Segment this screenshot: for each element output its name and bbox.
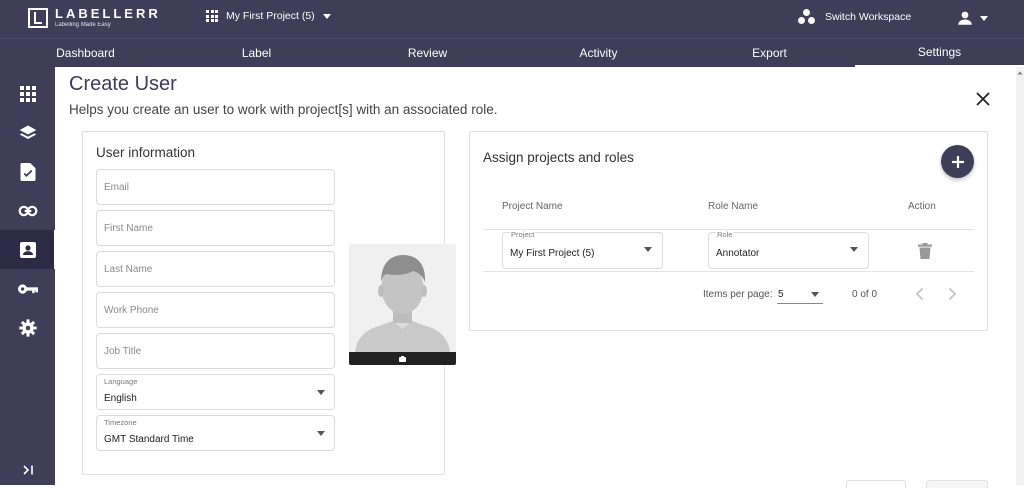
chevron-left-icon	[915, 287, 923, 301]
items-per-page-label: Items per page:	[703, 289, 773, 300]
tab-activity[interactable]: Activity	[513, 39, 684, 68]
avatar-placeholder-icon	[349, 244, 456, 352]
email-field[interactable]	[96, 169, 335, 205]
chevron-down-icon	[317, 431, 325, 436]
switch-workspace-label: Switch Workspace	[825, 11, 912, 23]
link-icon	[18, 205, 37, 216]
chevron-down-icon	[980, 15, 988, 21]
user-information-card: User information Language English Timezo…	[82, 131, 456, 475]
column-header-project-name: Project Name	[502, 201, 563, 212]
document-check-icon	[20, 162, 35, 181]
assign-projects-card: Assign projects and roles Project Name R…	[469, 131, 988, 331]
chevron-down-icon	[850, 247, 858, 252]
job-title-field[interactable]	[96, 333, 335, 369]
page-title: Create User	[69, 73, 177, 95]
brand-tagline: Labelling Made Easy	[55, 22, 111, 28]
chevron-down-icon	[811, 292, 819, 297]
user-information-title: User information	[96, 145, 196, 160]
project-selector[interactable]: My First Project (5)	[206, 10, 331, 22]
role-select[interactable]: Role Annotator	[708, 230, 869, 269]
create-button[interactable]	[926, 480, 988, 488]
main-nav: Dashboard Label Review Activity Export S…	[0, 38, 1024, 68]
tab-export[interactable]: Export	[684, 39, 855, 68]
workspace-icon	[798, 9, 816, 25]
sidebar-item-links[interactable]	[0, 191, 55, 230]
chevron-right-icon	[948, 287, 956, 301]
sidebar-item-settings[interactable]	[0, 308, 55, 347]
add-project-role-button[interactable]	[941, 145, 974, 178]
next-page-button[interactable]	[942, 284, 962, 304]
user-menu-button[interactable]	[956, 9, 988, 27]
key-icon	[17, 283, 38, 294]
scroll-up-icon	[1017, 71, 1023, 75]
brand-logo[interactable]: LABELLERR Labelling Made Easy	[28, 7, 161, 28]
page-subtitle: Helps you create an user to work with pr…	[69, 102, 498, 117]
last-name-field[interactable]	[96, 251, 335, 287]
logo-mark-icon	[28, 7, 48, 28]
first-name-input[interactable]	[97, 211, 334, 245]
work-phone-field[interactable]	[96, 292, 335, 328]
sidebar-item-tasks[interactable]	[0, 152, 55, 191]
page-scrollbar[interactable]	[1016, 67, 1024, 485]
sidebar-item-users[interactable]	[0, 230, 56, 269]
top-bar: LABELLERR Labelling Made Easy My First P…	[0, 0, 1024, 38]
sidebar-item-keys[interactable]	[0, 269, 55, 308]
email-input[interactable]	[97, 170, 334, 204]
tab-label[interactable]: Label	[171, 39, 342, 68]
upload-photo-button[interactable]	[349, 352, 456, 365]
tab-dashboard[interactable]: Dashboard	[0, 39, 171, 68]
sidebar-item-dashboard[interactable]	[0, 74, 55, 113]
trash-icon	[918, 243, 932, 259]
page-range-label: 0 of 0	[852, 289, 878, 300]
user-icon	[958, 11, 972, 25]
sidebar-item-layers[interactable]	[0, 113, 55, 152]
tab-settings[interactable]: Settings	[855, 39, 1024, 68]
page-size-select[interactable]: 5	[777, 284, 823, 304]
language-select[interactable]: Language English	[96, 374, 335, 410]
camera-icon	[399, 355, 406, 362]
column-header-role-name: Role Name	[708, 201, 759, 212]
avatar-upload[interactable]	[349, 244, 456, 365]
project-select-label: Project	[510, 230, 536, 239]
language-label: Language	[104, 377, 138, 386]
table-divider	[483, 271, 974, 272]
close-icon	[976, 92, 990, 106]
timezone-select[interactable]: Timezone GMT Standard Time	[96, 415, 335, 451]
project-select[interactable]: Project My First Project (5)	[502, 230, 663, 269]
job-title-input[interactable]	[97, 334, 334, 368]
role-select-label: Role	[716, 230, 734, 239]
cancel-button[interactable]	[846, 480, 906, 488]
page-size-value: 5	[778, 289, 784, 300]
plus-icon	[951, 155, 964, 168]
contact-card-icon	[19, 241, 36, 258]
project-select-value: My First Project (5)	[510, 248, 595, 259]
role-select-value: Annotator	[716, 248, 760, 259]
timezone-value: GMT Standard Time	[104, 434, 194, 445]
chevron-down-icon	[644, 247, 652, 252]
gear-icon	[18, 318, 37, 337]
previous-page-button[interactable]	[909, 284, 929, 304]
sidebar	[0, 67, 56, 485]
switch-workspace-button[interactable]: Switch Workspace	[798, 9, 911, 25]
language-value: English	[104, 393, 137, 404]
column-header-action: Action	[908, 201, 936, 212]
timezone-label: Timezone	[104, 418, 137, 427]
first-name-field[interactable]	[96, 210, 335, 246]
assign-projects-title: Assign projects and roles	[483, 150, 634, 165]
apps-grid-icon	[206, 10, 218, 22]
layers-icon	[19, 125, 36, 139]
project-selector-label: My First Project (5)	[226, 10, 315, 22]
work-phone-input[interactable]	[97, 293, 334, 327]
chevron-down-icon	[317, 390, 325, 395]
delete-row-button[interactable]	[918, 243, 932, 259]
apps-grid-icon	[19, 85, 36, 102]
close-button[interactable]	[973, 89, 993, 109]
brand-name: LABELLERR	[55, 6, 161, 21]
expand-icon	[22, 465, 33, 475]
last-name-input[interactable]	[97, 252, 334, 286]
sidebar-expand-button[interactable]	[0, 459, 55, 481]
chevron-down-icon	[322, 13, 331, 19]
tab-review[interactable]: Review	[342, 39, 513, 68]
main-content: Create User Helps you create an user to …	[55, 67, 1024, 488]
